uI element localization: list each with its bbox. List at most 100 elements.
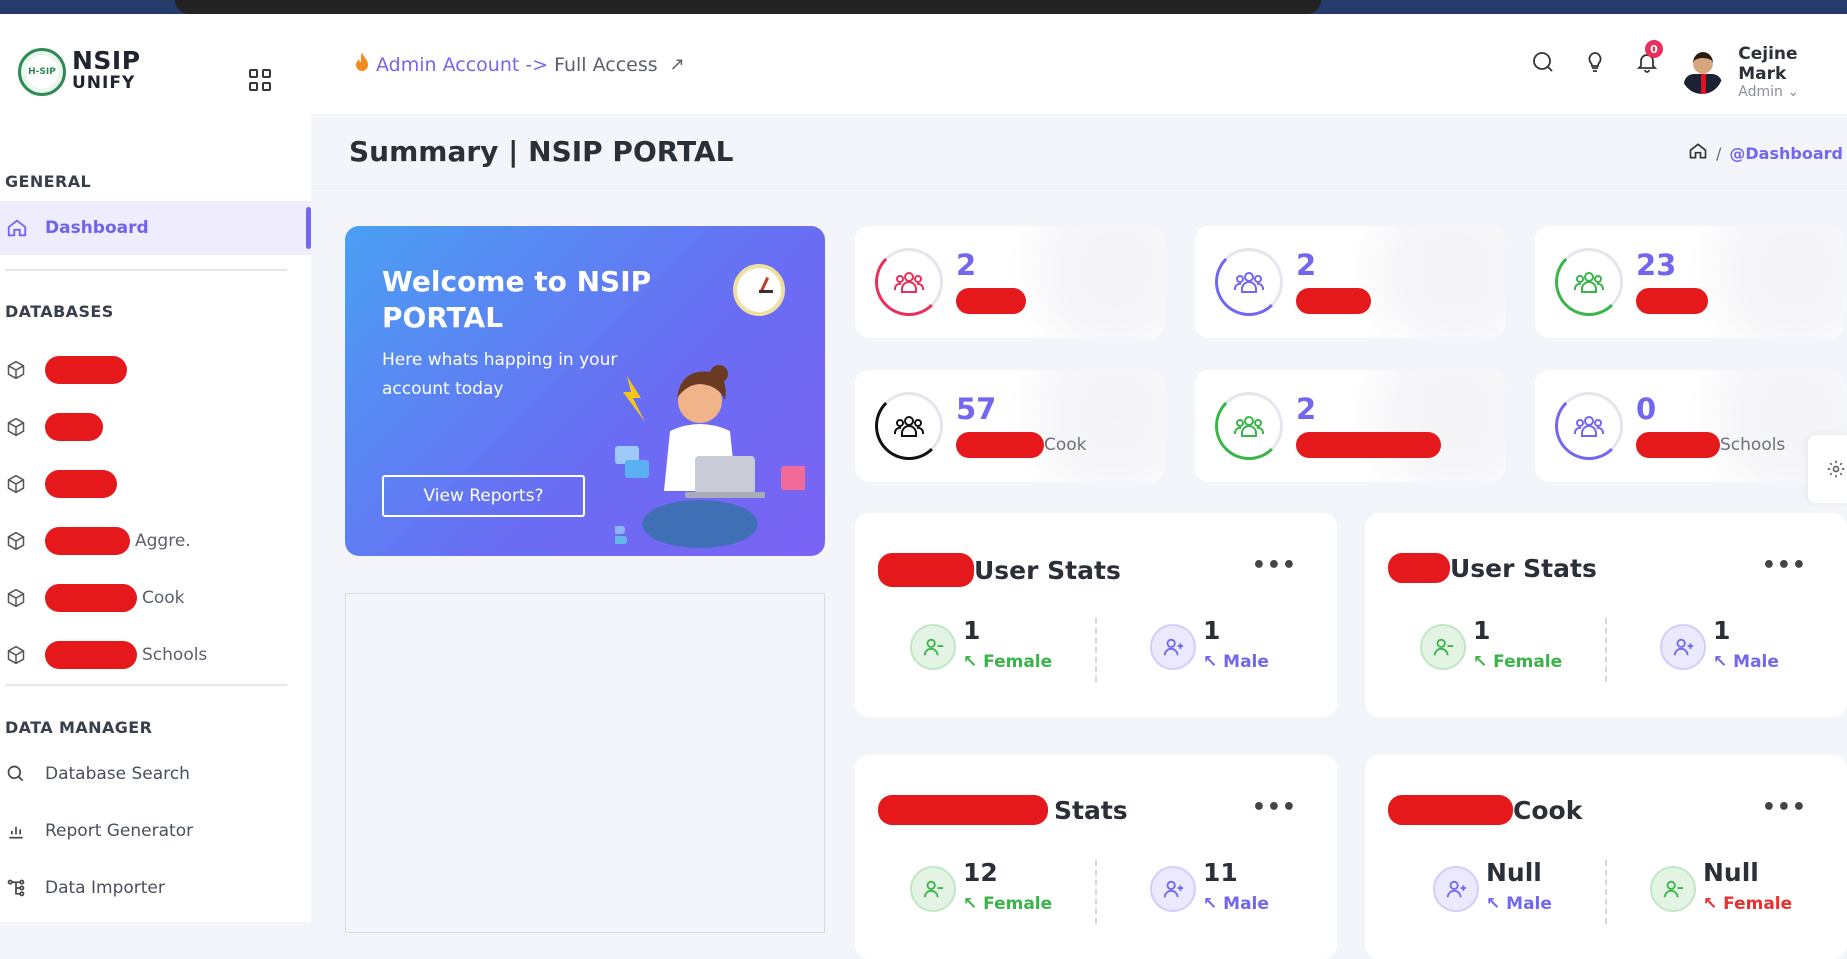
breadcrumb-current[interactable]: @Dashboard [1729,144,1843,163]
external-link-icon[interactable]: ↗ [670,54,685,75]
more-options-icon[interactable]: ••• [1762,553,1807,578]
metric-value: 11 [1203,858,1238,887]
group-icon [1555,248,1623,316]
stat-value: 2 [956,248,977,282]
user-stats-card: Stats ••• 12 ↖ Female 11 ↖ Male [855,755,1337,959]
cube-icon [0,645,45,665]
browser-top-strip [0,0,1847,14]
metric-value: 12 [963,858,998,887]
sidebar-db-item[interactable]: Aggre. [0,514,311,568]
sidebar-item-dashboard[interactable]: Dashboard [0,201,311,255]
sidebar-db-item[interactable]: Cook [0,571,311,625]
settings-drawer-tab[interactable] [1808,435,1847,503]
stat-label [1296,288,1371,314]
sidebar-item-database-search[interactable]: Database Search [0,747,311,801]
account-breadcrumb: Admin Account -> Full Access ↗ [354,52,685,77]
stat-card[interactable]: 2 [1195,226,1505,338]
user-stats-card: Cook ••• Null ↖ Male Null ↖ Female [1365,755,1847,959]
sidebar-db-item[interactable] [0,400,311,454]
metric-label: Male [1733,652,1779,672]
redacted-label [45,413,103,441]
user-stats-card: User Stats ••• 1 ↖ Female 1 ↖ Male [1365,513,1847,717]
redacted-label [1388,553,1450,583]
welcome-card: Welcome to NSIP PORTAL Here whats happin… [345,226,825,556]
sidebar: H-SIP NSIP UNIFY GENERAL Dashboard DATAB… [0,14,311,922]
app-logo[interactable]: H-SIP NSIP UNIFY [18,48,141,96]
gear-icon [1826,459,1846,483]
redacted-label [45,641,137,669]
redacted-label [956,432,1044,458]
metric-divider [1095,618,1097,682]
metric-label: Female [983,894,1053,914]
metric-label-row: ↖ Female [963,894,1053,914]
group-icon [1215,248,1283,316]
more-options-icon[interactable]: ••• [1252,553,1297,578]
metric-label-row: ↖ Male [1203,894,1269,914]
stat-value: 57 [956,392,997,426]
more-options-icon[interactable]: ••• [1252,795,1297,820]
user-minus-icon [910,866,956,912]
metric-label: Male [1506,894,1552,914]
sidebar-db-item[interactable] [0,343,311,397]
user-role: Admin [1738,84,1783,100]
stat-label: Cook [956,432,1087,458]
female-metric: 1 ↖ Female [1420,618,1562,672]
notifications[interactable]: 0 [1635,40,1663,78]
more-options-icon[interactable]: ••• [1762,795,1807,820]
sidebar-db-item[interactable] [0,457,311,511]
stat-card[interactable]: 57 Cook [855,370,1165,482]
stat-label [1636,288,1708,314]
user-minus-icon [1650,866,1696,912]
db-suffix: Aggre. [135,531,191,551]
card-title-text: User Stats [1450,553,1597,583]
sidebar-db-item[interactable]: Schools [0,628,311,682]
metric-label: Female [1723,894,1793,914]
redacted-label [956,288,1026,314]
user-plus-icon [1150,866,1196,912]
stat-value: 2 [1296,248,1317,282]
stat-card[interactable]: 0 Schools [1535,370,1845,482]
group-icon [875,248,943,316]
stat-suffix: Schools [1720,435,1786,455]
metric-value: 1 [1473,616,1491,645]
sidebar-item-data-importer[interactable]: Data Importer [0,861,311,915]
stat-card[interactable]: 23 [1535,226,1845,338]
metric-value: Null [1703,858,1759,887]
notification-badge: 0 [1645,40,1663,58]
home-icon[interactable] [1688,141,1708,165]
arrow-text: -> [525,53,549,76]
card-title: User Stats [878,553,1121,587]
stat-label [956,288,1026,314]
breadcrumb-separator: / [1716,143,1722,163]
stat-card[interactable]: 2 [855,226,1165,338]
avatar [1681,50,1724,94]
user-menu[interactable]: Cejine Mark Admin ⌄ [1681,44,1847,100]
app-grid-icon[interactable] [249,69,271,91]
stat-suffix: Cook [1044,435,1087,455]
stat-card[interactable]: 2 [1195,370,1505,482]
cube-icon [0,360,45,380]
welcome-text: Here whats happing in your account today [382,350,618,399]
stat-value: 0 [1636,392,1657,426]
top-header: Admin Account -> Full Access ↗ 0 Cejine … [311,14,1847,114]
sidebar-item-label: Report Generator [45,821,194,841]
redacted-label [1296,288,1371,314]
male-metric: 11 ↖ Male [1150,860,1269,914]
access-level: Full Access [554,53,658,76]
redacted-label [45,470,117,498]
sidebar-item-report-generator[interactable]: Report Generator [0,804,311,858]
metric-label-row: ↖ Female [1703,894,1793,914]
sidebar-item-label: Data Importer [45,878,165,898]
metric-label: Female [983,652,1053,672]
user-name: Cejine Mark [1738,44,1798,84]
redacted-label [45,356,127,384]
search-icon[interactable] [1531,50,1555,78]
bar-chart-icon [0,821,45,841]
view-reports-button[interactable]: View Reports? [382,475,585,517]
home-icon [0,217,45,239]
section-data-manager: DATA MANAGER [5,718,153,737]
admin-account-link[interactable]: Admin Account [376,54,519,76]
lightbulb-icon[interactable] [1583,50,1607,78]
redacted-label [1636,288,1708,314]
db-suffix: Cook [142,588,185,608]
